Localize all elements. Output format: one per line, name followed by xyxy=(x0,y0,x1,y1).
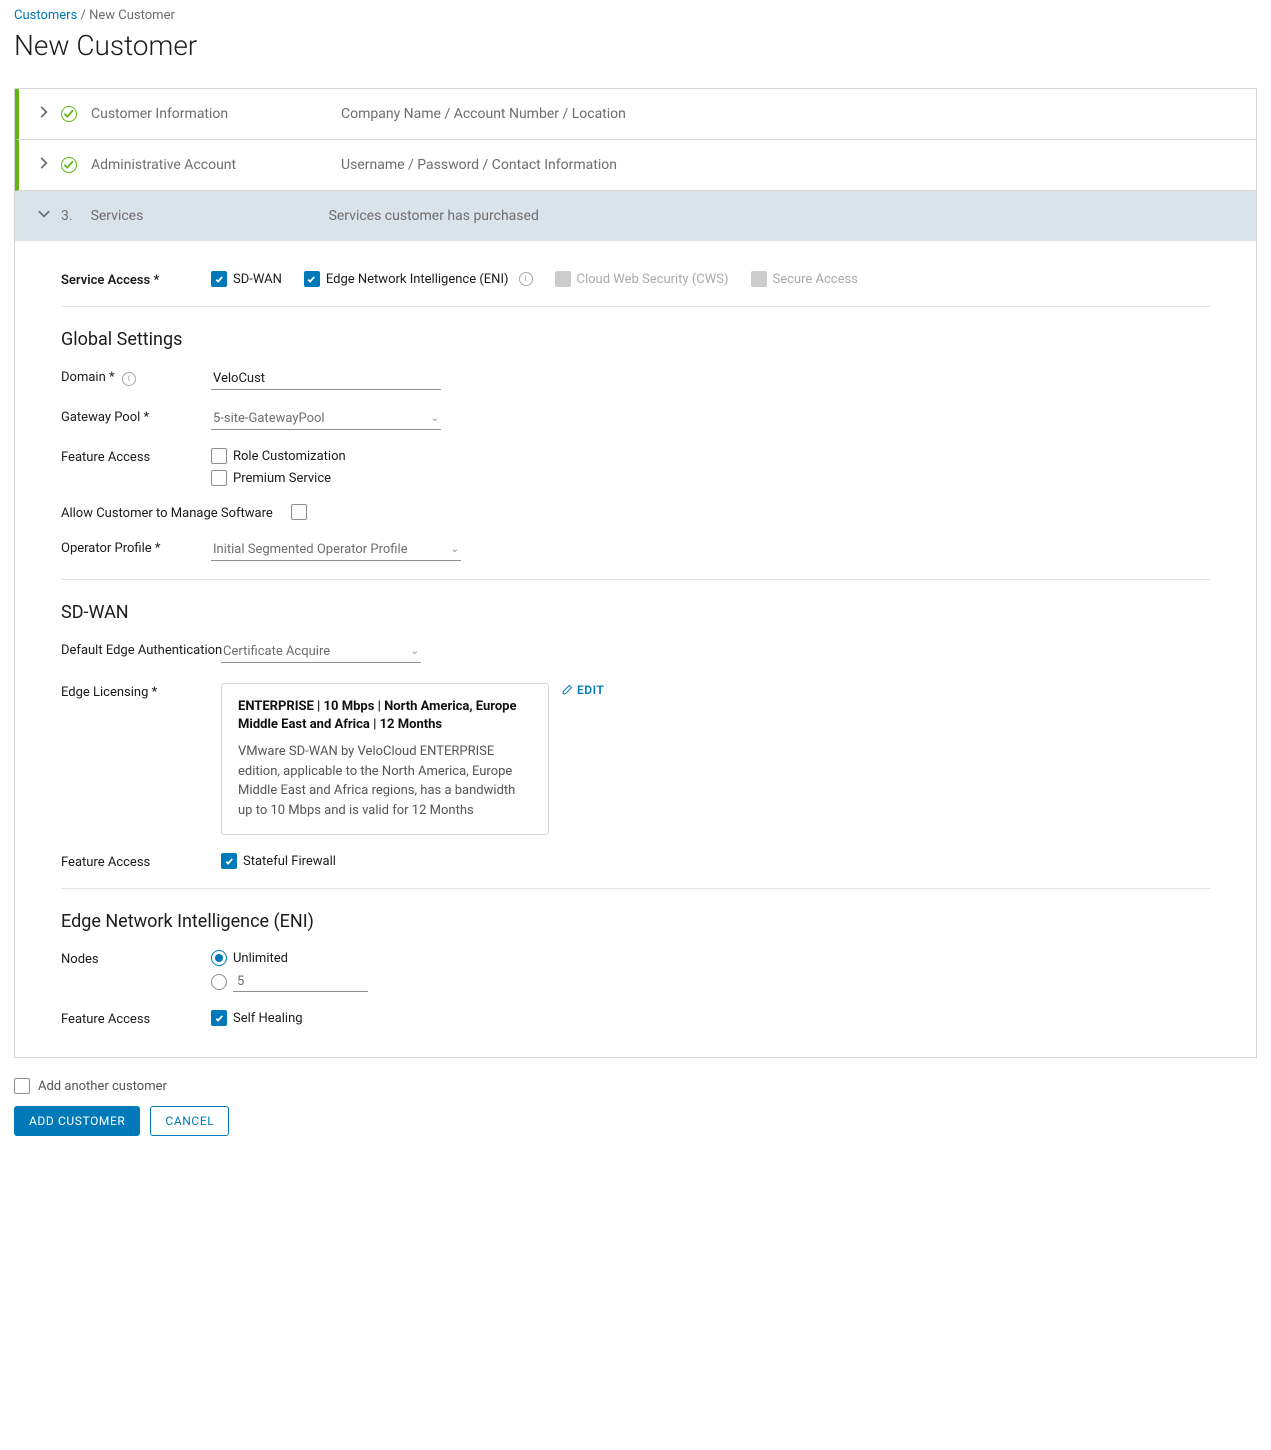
gateway-pool-label: Gateway Pool * xyxy=(61,408,211,425)
default-edge-auth-label: Default Edge Authentication xyxy=(61,641,241,658)
add-another-row[interactable]: Add another customer xyxy=(14,1078,1257,1094)
allow-manage-row: Allow Customer to Manage Software xyxy=(61,504,1210,521)
step-content: Service Access * SD-WAN Edge Network Int… xyxy=(15,241,1256,1057)
edit-license-button[interactable]: EDIT xyxy=(561,683,604,697)
footer: Add another customer ADD CUSTOMER CANCEL xyxy=(14,1078,1257,1136)
edge-licensing-label: Edge Licensing * xyxy=(61,683,241,700)
step-desc: Services customer has purchased xyxy=(329,208,539,224)
chevron-down-icon: ⌄ xyxy=(451,544,459,555)
checkbox-sdwan[interactable]: SD-WAN xyxy=(211,271,282,287)
nodes-label: Nodes xyxy=(61,950,211,967)
checkbox-icon xyxy=(751,271,767,287)
check-circle-icon xyxy=(61,106,77,122)
chevron-down-icon: ⌄ xyxy=(431,413,439,424)
feature-access-label: Feature Access xyxy=(61,853,241,870)
nodes-input[interactable] xyxy=(233,972,368,992)
feature-access-label: Feature Access xyxy=(61,448,211,465)
step-label: Administrative Account xyxy=(91,157,341,173)
license-title: ENTERPRISE | 10 Mbps | North America, Eu… xyxy=(238,698,532,734)
nodes-row: Nodes Unlimited xyxy=(61,950,1210,992)
chevron-right-icon xyxy=(37,105,51,123)
info-icon[interactable]: i xyxy=(519,272,533,286)
checkbox-add-another[interactable] xyxy=(14,1078,30,1094)
service-access-row: Service Access * SD-WAN Edge Network Int… xyxy=(61,271,1210,288)
page-title: New Customer xyxy=(14,29,1257,62)
radio-icon xyxy=(211,950,227,966)
edge-licensing-row: Edge Licensing * ENTERPRISE | 10 Mbps | … xyxy=(61,683,1210,835)
eni-feature-access-row: Feature Access Self Healing xyxy=(61,1010,1210,1027)
checkbox-eni[interactable]: Edge Network Intelligence (ENI) i xyxy=(304,271,533,287)
domain-row: Domain * i xyxy=(61,368,1210,390)
wizard-panel: Customer Information Company Name / Acco… xyxy=(14,88,1257,1058)
checkbox-stateful-firewall[interactable]: Stateful Firewall xyxy=(221,853,336,869)
step-number: 3. xyxy=(61,208,73,224)
default-edge-auth-select[interactable]: Certificate Acquire ⌄ xyxy=(221,641,421,663)
allow-manage-label: Allow Customer to Manage Software xyxy=(61,504,291,521)
info-icon[interactable]: i xyxy=(122,372,136,386)
step-desc: Company Name / Account Number / Location xyxy=(341,106,626,122)
sdwan-feature-access-row: Feature Access Stateful Firewall xyxy=(61,853,1210,870)
section-eni: Edge Network Intelligence (ENI) xyxy=(61,911,1210,932)
checkbox-icon xyxy=(211,448,227,464)
checkbox-premium-service[interactable]: Premium Service xyxy=(211,470,346,486)
operator-profile-label: Operator Profile * xyxy=(61,539,211,556)
radio-unlimited[interactable]: Unlimited xyxy=(211,950,368,966)
checkbox-icon xyxy=(211,271,227,287)
chevron-right-icon xyxy=(37,156,51,174)
radio-icon xyxy=(211,974,227,990)
service-access-label: Service Access * xyxy=(61,271,211,288)
global-feature-access-row: Feature Access Role Customization Premiu… xyxy=(61,448,1210,486)
checkbox-icon xyxy=(555,271,571,287)
step-label: Customer Information xyxy=(91,106,341,122)
step-services[interactable]: 3. Services Services customer has purcha… xyxy=(15,191,1256,241)
gateway-pool-row: Gateway Pool * 5-site-GatewayPool ⌄ xyxy=(61,408,1210,430)
default-edge-auth-row: Default Edge Authentication Certificate … xyxy=(61,641,1210,663)
checkbox-allow-manage[interactable] xyxy=(291,504,307,520)
operator-profile-row: Operator Profile * Initial Segmented Ope… xyxy=(61,539,1210,561)
chevron-down-icon xyxy=(37,207,51,225)
operator-profile-select[interactable]: Initial Segmented Operator Profile ⌄ xyxy=(211,539,461,561)
step-label: Services xyxy=(91,208,329,224)
domain-label: Domain * i xyxy=(61,368,211,386)
check-circle-icon xyxy=(61,157,77,173)
radio-custom-nodes[interactable] xyxy=(211,972,368,992)
chevron-down-icon: ⌄ xyxy=(411,646,419,657)
checkbox-icon xyxy=(304,271,320,287)
breadcrumb: Customers / New Customer xyxy=(14,8,1257,23)
checkbox-secure-access[interactable]: Secure Access xyxy=(751,271,858,287)
section-global-settings: Global Settings xyxy=(61,329,1210,350)
step-customer-information[interactable]: Customer Information Company Name / Acco… xyxy=(15,89,1256,140)
gateway-pool-select[interactable]: 5-site-GatewayPool ⌄ xyxy=(211,408,441,430)
breadcrumb-link-customers[interactable]: Customers xyxy=(14,8,77,23)
domain-input[interactable] xyxy=(211,368,441,390)
pencil-icon xyxy=(561,684,573,696)
cancel-button[interactable]: CANCEL xyxy=(150,1106,229,1136)
license-desc: VMware SD-WAN by VeloCloud ENTERPRISE ed… xyxy=(238,742,532,820)
add-customer-button[interactable]: ADD CUSTOMER xyxy=(14,1106,140,1136)
step-desc: Username / Password / Contact Informatio… xyxy=(341,157,617,173)
checkbox-icon xyxy=(211,1010,227,1026)
step-admin-account[interactable]: Administrative Account Username / Passwo… xyxy=(15,140,1256,191)
checkbox-role-customization[interactable]: Role Customization xyxy=(211,448,346,464)
feature-access-label: Feature Access xyxy=(61,1010,211,1027)
checkbox-cws[interactable]: Cloud Web Security (CWS) xyxy=(555,271,729,287)
section-sdwan: SD-WAN xyxy=(61,602,1210,623)
checkbox-self-healing[interactable]: Self Healing xyxy=(211,1010,303,1026)
license-card: ENTERPRISE | 10 Mbps | North America, Eu… xyxy=(221,683,549,835)
breadcrumb-current: New Customer xyxy=(89,8,175,23)
checkbox-icon xyxy=(221,853,237,869)
checkbox-icon xyxy=(211,470,227,486)
